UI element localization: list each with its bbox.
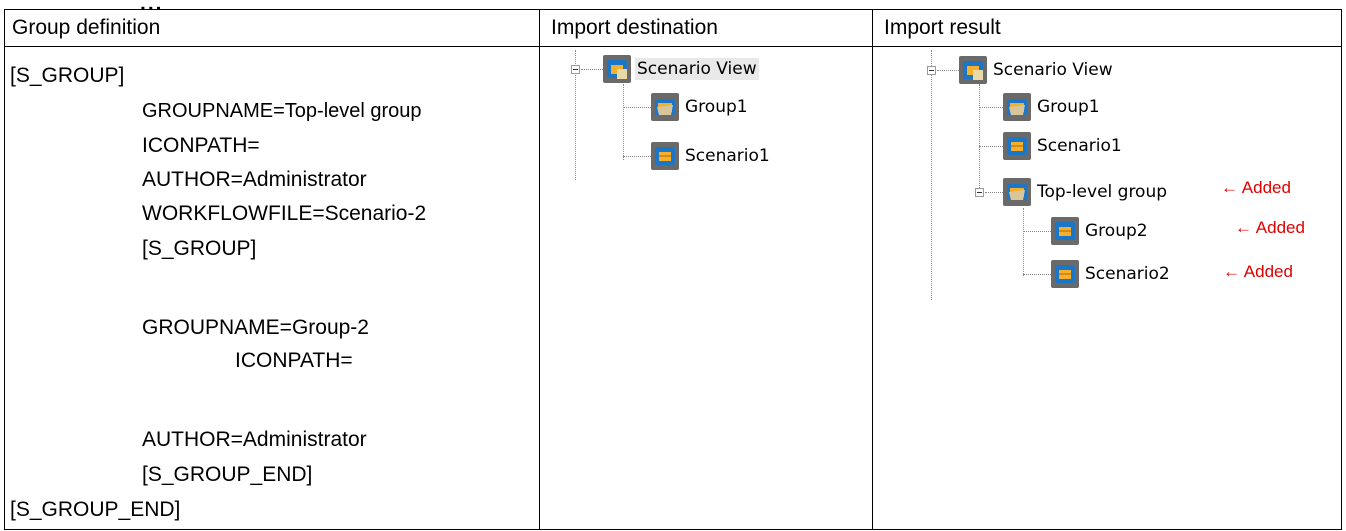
tree-node-scenario2[interactable]: Scenario2 (1083, 263, 1172, 285)
added-annotation: ← Added (1223, 262, 1293, 281)
tree-guide (937, 70, 959, 71)
tree-guide (985, 192, 1003, 193)
tree-node-root[interactable]: Scenario View (635, 58, 759, 80)
tree-guide (1023, 208, 1024, 276)
definition-line: AUTHOR=Administrator (142, 428, 367, 451)
column-divider (539, 10, 540, 529)
tree-guide (1023, 274, 1051, 275)
scenario-icon (1051, 217, 1079, 245)
group-folder-icon (651, 93, 679, 121)
tree-guide (623, 107, 651, 108)
scenario-icon (1003, 132, 1031, 160)
definition-line: [S_GROUP_END] (10, 498, 181, 521)
collapse-toggle-icon[interactable] (571, 65, 580, 74)
definition-line: AUTHOR=Administrator (142, 168, 367, 191)
group-folder-icon (1003, 93, 1031, 121)
definition-line: ICONPATH= (235, 349, 353, 372)
added-annotation: ← Added (1235, 218, 1305, 237)
collapse-toggle-icon[interactable] (927, 66, 936, 75)
scenario-icon (1051, 260, 1079, 288)
tree-guide (581, 69, 603, 70)
column-divider (872, 10, 873, 529)
header-group-definition: Group definition (12, 16, 161, 39)
header-import-destination: Import destination (551, 16, 718, 39)
scenario-icon (651, 142, 679, 170)
definition-line: [S_GROUP_END] (142, 463, 313, 486)
tree-node-group1[interactable]: Group1 (683, 96, 750, 118)
group-folder-icon (1003, 178, 1031, 206)
header-import-result: Import result (884, 16, 1001, 39)
tree-node-scenario1[interactable]: Scenario1 (683, 145, 772, 167)
tree-guide (623, 84, 624, 160)
scenario-view-icon (959, 56, 987, 84)
definition-line: GROUPNAME=Group-2 (142, 316, 369, 339)
definition-line: [S_GROUP] (142, 237, 257, 260)
tree-node-root[interactable]: Scenario View (991, 59, 1115, 81)
tree-guide (1023, 231, 1051, 232)
definition-line: WORKFLOWFILE=Scenario-2 (142, 202, 427, 225)
definition-line: GROUPNAME=Top-level group (142, 100, 422, 122)
added-annotation: ← Added (1221, 178, 1291, 197)
tree-guide (931, 50, 932, 300)
tree-node-scenario1[interactable]: Scenario1 (1035, 135, 1124, 157)
tree-guide (979, 107, 1003, 108)
comparison-table: Group definition Import destination Impo… (4, 9, 1342, 530)
tree-guide (623, 156, 651, 157)
definition-line: [S_GROUP] (10, 64, 125, 87)
scenario-view-icon (603, 55, 631, 83)
header-divider (5, 46, 1341, 47)
tree-node-group1[interactable]: Group1 (1035, 96, 1102, 118)
definition-line: ICONPATH= (142, 134, 260, 157)
tree-node-top-level-group[interactable]: Top-level group (1035, 181, 1169, 203)
tree-node-group2[interactable]: Group2 (1083, 220, 1150, 242)
tree-guide (979, 146, 1003, 147)
tree-guide (979, 84, 980, 194)
collapse-toggle-icon[interactable] (975, 188, 984, 197)
